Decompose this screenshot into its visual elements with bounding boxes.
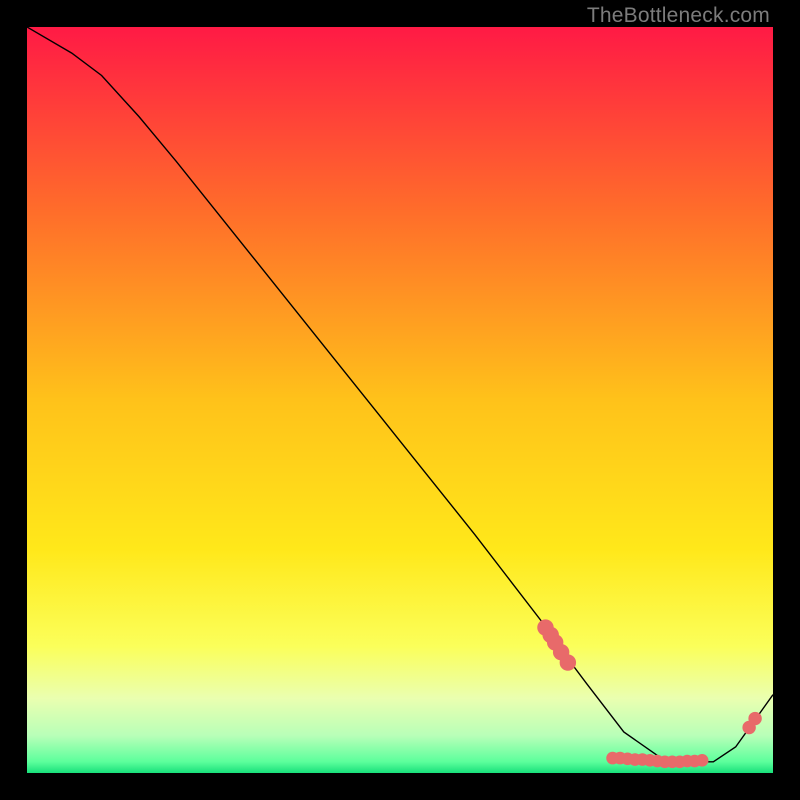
bottleneck-curve-path	[27, 27, 773, 762]
marker-cluster-c	[748, 712, 761, 725]
marker-group	[537, 619, 762, 768]
marker-cluster-b	[696, 754, 709, 767]
plot-area	[27, 27, 773, 773]
curve-layer	[27, 27, 773, 773]
chart-stage: TheBottleneck.com	[0, 0, 800, 800]
watermark-text: TheBottleneck.com	[587, 4, 770, 28]
marker-cluster-a	[560, 654, 576, 670]
